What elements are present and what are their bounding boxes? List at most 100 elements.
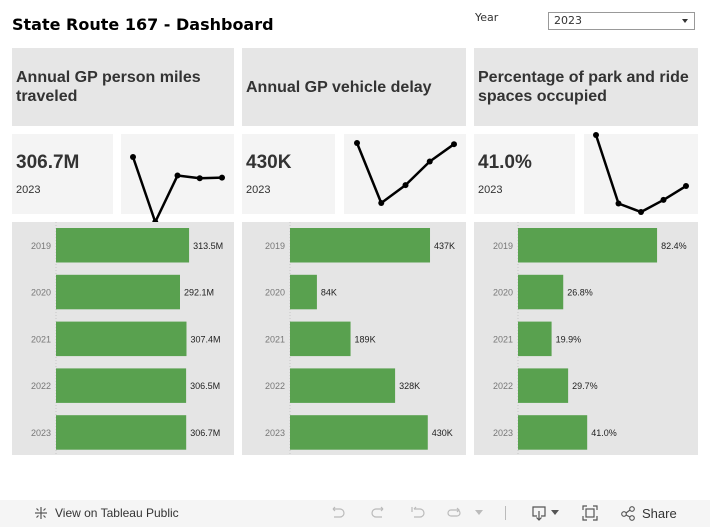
tableau-logo-icon <box>35 507 47 519</box>
bar-chart-svg: 2019 313.5M 2020 292.1M 2021 307.4M 2022 306.5M… <box>31 222 223 455</box>
sparkline-path <box>594 134 687 214</box>
panel-header-person-miles: Annual GP person miles traveled <box>12 48 234 126</box>
data-label: 328K <box>399 381 420 391</box>
year-filter-value: 2023 <box>554 14 582 27</box>
sparkline-point <box>196 175 203 182</box>
data-label: 437K <box>434 241 455 251</box>
panel-title: Annual GP vehicle delay <box>246 78 432 96</box>
sparkline-point <box>378 200 385 206</box>
year-filter-label: Year <box>475 11 499 24</box>
refresh-dropdown-button[interactable] <box>475 510 483 516</box>
sparkline-svg <box>593 132 689 215</box>
fullscreen-button[interactable] <box>582 505 598 521</box>
data-label: 41.0% <box>591 428 617 438</box>
category-label: 2021 <box>493 334 513 344</box>
panel-title: Percentage of park and ride spaces occup… <box>478 69 689 105</box>
download-button[interactable] <box>531 505 559 521</box>
category-label: 2020 <box>265 288 285 298</box>
data-label: 29.7% <box>572 381 598 391</box>
sparkline-point <box>354 140 360 146</box>
sparkline-point <box>130 154 136 160</box>
undo-button[interactable] <box>330 505 346 521</box>
category-label: 2021 <box>31 334 51 344</box>
revert-icon <box>411 506 425 518</box>
sparkline-vehicle-delay <box>344 134 466 214</box>
bar <box>290 415 428 450</box>
bar-chart-svg: 2019 82.4% 2020 26.8% 2021 19.9% 2022 29.7% 2023… <box>493 222 687 455</box>
category-label: 2022 <box>493 381 513 391</box>
refresh-icon <box>447 507 461 517</box>
kpi-year: 2023 <box>478 184 503 196</box>
category-label: 2023 <box>265 428 285 438</box>
bar <box>290 321 351 357</box>
category-label: 2020 <box>31 288 51 298</box>
kpi-value: 430K <box>246 152 292 173</box>
bar <box>56 368 187 403</box>
data-label: 19.9% <box>556 334 582 344</box>
kpi-person-miles: 306.7M 2023 <box>12 134 113 214</box>
panel-header-park-ride: Percentage of park and ride spaces occup… <box>474 48 698 126</box>
data-label: 430K <box>432 428 453 438</box>
fullscreen-icon <box>582 505 598 521</box>
bar <box>56 321 187 357</box>
bar-chart-person-miles: 2019 313.5M 2020 292.1M 2021 307.4M 2022 306.5M… <box>12 222 234 455</box>
data-label: 84K <box>321 288 337 298</box>
kpi-vehicle-delay: 430K 2023 <box>242 134 335 214</box>
dropdown-icon <box>475 510 483 515</box>
data-label: 306.7M <box>190 428 220 438</box>
category-label: 2022 <box>265 381 285 391</box>
sparkline-person-miles <box>121 134 234 225</box>
category-label: 2020 <box>493 288 513 298</box>
sparkline-point <box>593 132 599 138</box>
bar <box>56 228 190 263</box>
revert-button[interactable] <box>410 505 426 521</box>
share-button[interactable]: Share <box>620 505 677 521</box>
bar <box>56 415 187 450</box>
footer-toolbar: View on Tableau Public Share <box>0 500 710 527</box>
sparkline-point <box>615 200 622 207</box>
sparkline-point <box>402 182 409 189</box>
data-label: 26.8% <box>567 288 593 298</box>
category-label: 2022 <box>31 381 51 391</box>
toolbar-divider <box>505 506 506 520</box>
undo-icon <box>332 506 345 518</box>
bar-chart-park-ride: 2019 82.4% 2020 26.8% 2021 19.9% 2022 29.7% 2023… <box>474 222 698 455</box>
page-title: State Route 167 - Dashboard <box>12 15 274 34</box>
sparkline-path <box>131 156 223 224</box>
data-label: 313.5M <box>193 241 223 251</box>
bar <box>518 368 569 403</box>
data-label: 306.5M <box>190 381 220 391</box>
sparkline-path <box>355 142 455 205</box>
bar <box>518 228 658 263</box>
refresh-button[interactable] <box>446 505 462 521</box>
kpi-value: 306.7M <box>16 152 80 173</box>
data-label: 307.4M <box>190 334 220 344</box>
sparkline-point <box>451 141 457 148</box>
view-on-tableau-link[interactable]: View on Tableau Public <box>33 505 179 521</box>
data-label: 292.1M <box>184 288 214 298</box>
category-label: 2019 <box>31 241 51 251</box>
kpi-park-ride: 41.0% 2023 <box>474 134 575 214</box>
bar <box>290 274 317 310</box>
data-label: 82.4% <box>661 241 687 251</box>
download-icon <box>532 506 546 521</box>
panel-title: Annual GP person miles traveled <box>16 69 201 105</box>
bar <box>290 228 431 263</box>
category-label: 2019 <box>493 241 513 251</box>
bar-chart-svg: 2019 437K 2020 84K 2021 189K 2022 328K 2023 430K <box>265 222 455 455</box>
data-label: 189K <box>355 334 376 344</box>
view-on-tableau-label: View on Tableau Public <box>55 506 179 520</box>
bar <box>518 415 588 450</box>
panel-header-vehicle-delay: Annual GP vehicle delay <box>242 48 466 126</box>
category-label: 2019 <box>265 241 285 251</box>
redo-button[interactable] <box>370 505 386 521</box>
sparkline-point <box>426 158 433 165</box>
sparkline-park-ride <box>584 132 698 215</box>
bar <box>56 274 180 310</box>
kpi-year: 2023 <box>246 184 271 196</box>
bar <box>290 368 396 403</box>
bar <box>518 321 552 357</box>
kpi-value: 41.0% <box>478 152 532 173</box>
sparkline-point <box>638 209 644 215</box>
year-filter-select[interactable]: 2023 <box>548 12 695 30</box>
